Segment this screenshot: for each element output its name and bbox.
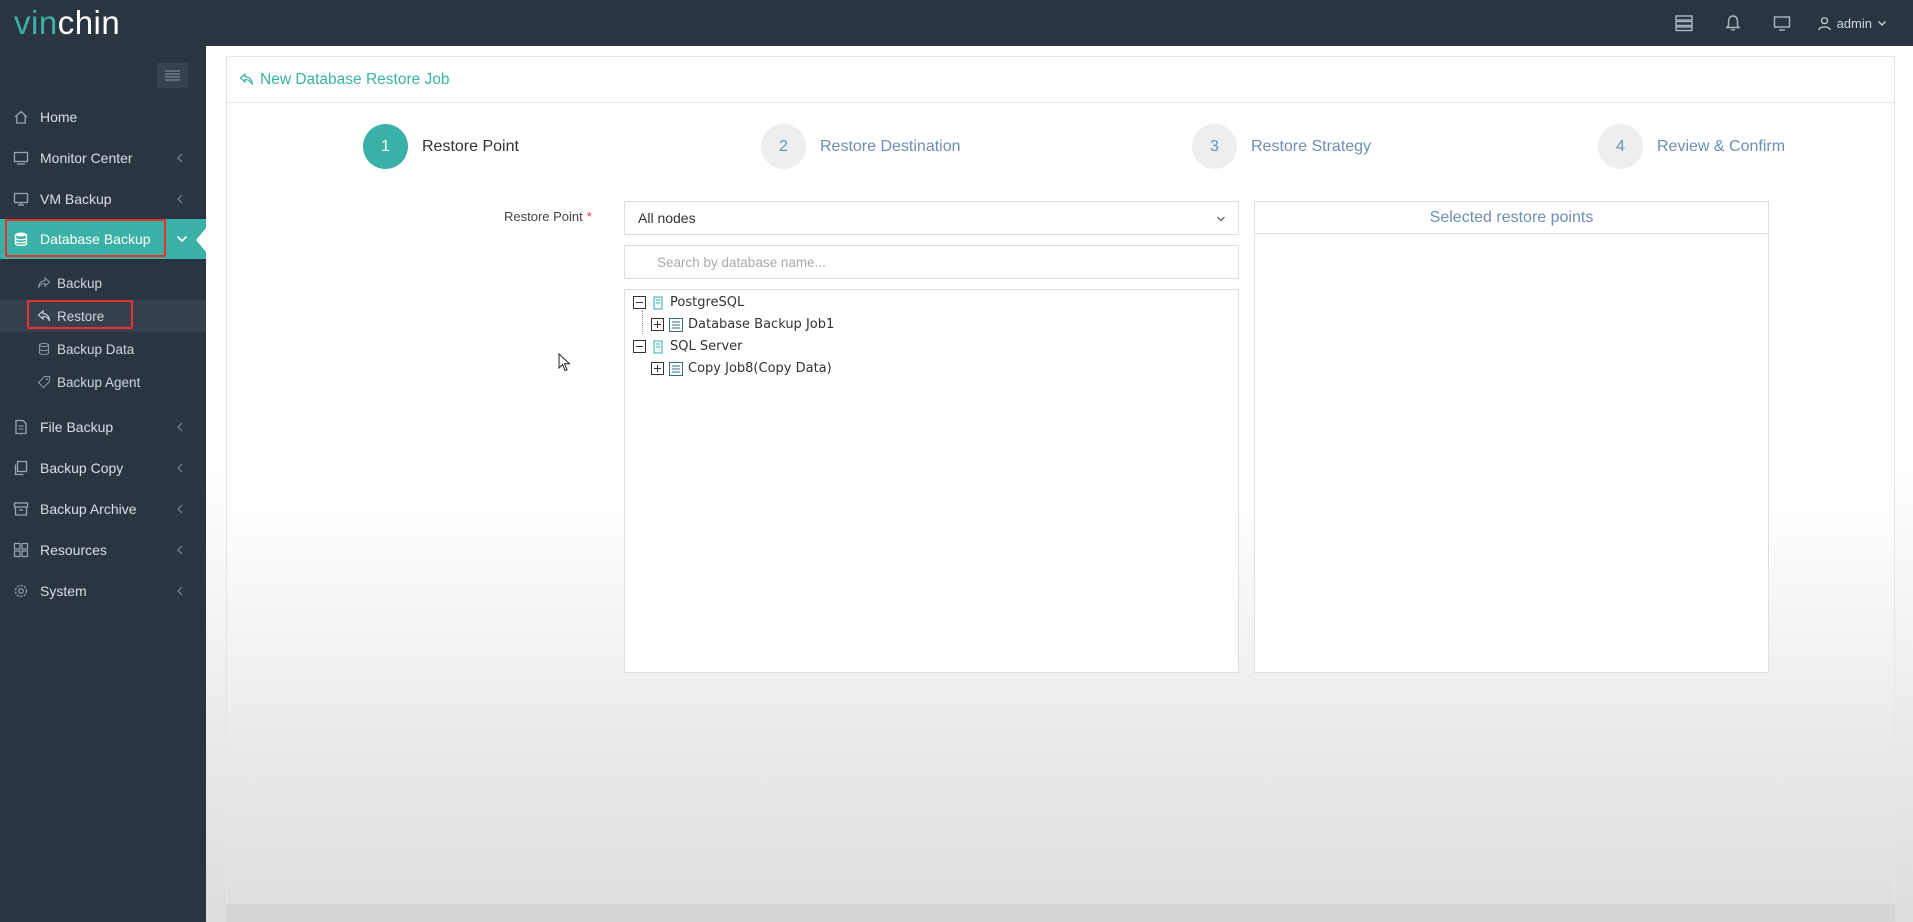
restore-point-tree: PostgreSQL Database Backup Job1 SQL Serv… [624,289,1239,673]
highlight-restore [27,300,133,329]
share-icon [37,276,51,290]
page-title: New Database Restore Job [260,70,450,88]
footer-strip [226,904,1895,922]
sidebar-subitem-backup-data[interactable]: Backup Data [0,333,206,365]
chevron-left-icon [177,463,183,473]
job-list-icon [669,317,683,332]
monitor-icon[interactable] [1758,0,1807,46]
job-list-icon [669,361,683,376]
username: admin [1836,15,1872,31]
chevron-left-icon [177,545,183,555]
step-label: Restore Point [422,137,519,155]
selected-restore-points-title: Selected restore points [1255,202,1768,234]
archive-icon [13,501,29,517]
step-restore-destination: 2 Restore Destination [761,124,961,169]
database-search-input[interactable] [624,245,1239,279]
user-menu[interactable]: admin [1817,0,1887,46]
menu-icon [165,70,180,81]
panel-header: New Database Restore Job [227,57,1894,103]
bell-icon[interactable] [1709,0,1758,46]
mouse-cursor-icon [558,353,571,372]
sidebar-item-vm-backup[interactable]: VM Backup [0,180,206,218]
chevron-down-icon [1878,21,1886,26]
gear-icon [13,583,29,599]
active-indicator [196,228,206,252]
tag-icon [37,375,51,389]
step-review-confirm: 4 Review & Confirm [1598,124,1785,169]
sidebar-item-file-backup[interactable]: File Backup [0,408,206,446]
selected-restore-points-panel: Selected restore points [1254,201,1769,673]
server-icon [653,340,663,353]
chevron-left-icon [177,194,183,204]
grid-icon [13,542,29,558]
sidebar-subitem-backup-agent[interactable]: Backup Agent [0,366,206,398]
step-number: 2 [761,124,806,169]
chevron-left-icon [177,504,183,514]
sidebar-subitem-backup[interactable]: Backup [0,267,206,299]
sidebar-item-resources[interactable]: Resources [0,531,206,569]
top-bar: vinchin admin [0,0,1913,46]
expand-icon[interactable] [651,318,664,331]
tree-node-postgresql[interactable]: PostgreSQL [633,295,744,310]
sidebar-item-backup-archive[interactable]: Backup Archive [0,490,206,528]
vinchin-logo[interactable]: vinchin [14,4,120,42]
node-select-value: All nodes [638,210,696,226]
reply-icon [239,73,254,85]
sidebar-item-backup-copy[interactable]: Backup Copy [0,449,206,487]
top-bar-actions: admin [1660,0,1913,46]
sidebar-item-monitor-center[interactable]: Monitor Center [0,139,206,177]
sidebar-toggle-button[interactable] [157,63,188,88]
server-icon[interactable] [1660,0,1709,46]
user-icon [1817,16,1831,30]
chevron-left-icon [177,586,183,596]
step-label: Review & Confirm [1657,137,1786,155]
restore-point-label: Restore Point * [504,209,592,224]
sidebar-item-system[interactable]: System [0,572,206,610]
tree-node-database-backup-job1[interactable]: Database Backup Job1 [651,317,834,332]
step-number: 1 [363,124,408,169]
step-restore-strategy: 3 Restore Strategy [1192,124,1371,169]
sidebar-item-home[interactable]: Home [0,98,206,136]
monitor-icon [13,150,29,166]
desktop-icon [13,191,29,207]
expand-icon[interactable] [651,362,664,375]
step-restore-point: 1 Restore Point [363,124,519,169]
node-select[interactable]: All nodes [624,201,1239,235]
tree-node-copy-job8[interactable]: Copy Job8(Copy Data) [651,361,832,376]
file-icon [13,419,29,435]
chevron-down-icon [1217,216,1225,222]
step-number: 4 [1598,124,1643,169]
step-label: Restore Strategy [1251,137,1372,155]
collapse-icon[interactable] [633,340,646,353]
chevron-down-icon [176,235,188,243]
required-mark: * [586,209,592,224]
chevron-left-icon [177,422,183,432]
tree-connector [642,310,643,334]
highlight-database-backup [5,219,166,257]
server-icon [653,296,663,309]
tree-node-sql-server[interactable]: SQL Server [633,339,743,354]
chevron-left-icon [177,153,183,163]
step-label: Restore Destination [820,137,961,155]
copy-icon [13,460,29,476]
home-icon [13,109,29,125]
step-number: 3 [1192,124,1237,169]
collapse-icon[interactable] [633,296,646,309]
stack-icon [37,342,51,356]
